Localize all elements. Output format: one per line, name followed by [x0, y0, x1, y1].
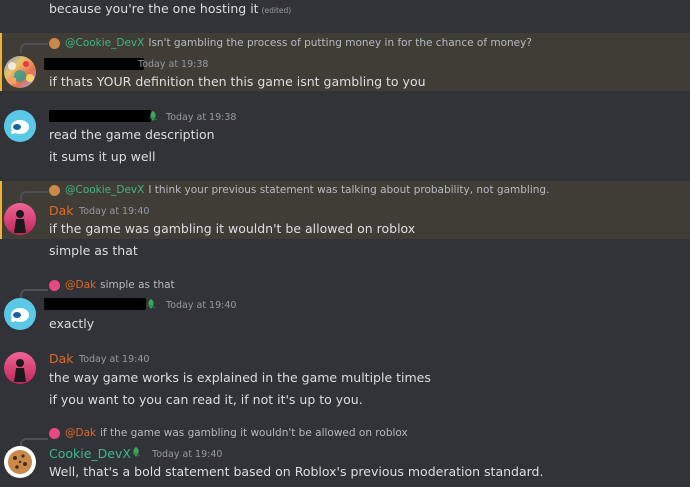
message-text: simple as that — [49, 243, 138, 258]
reply-spine — [20, 43, 48, 53]
message-text: if you want to you can read it, if not i… — [49, 392, 363, 407]
avatar[interactable] — [4, 110, 36, 142]
message-text: it sums it up well — [49, 149, 156, 164]
timestamp: Today at 19:40 — [152, 449, 223, 460]
leaf-badge-icon — [148, 111, 158, 121]
reply-text: if the game was gambling it wouldn't be … — [100, 427, 408, 439]
leaf-badge-icon — [146, 299, 156, 309]
author-name[interactable]: Dak — [49, 203, 74, 218]
reply-mention[interactable]: @Dak — [65, 427, 96, 439]
avatar[interactable] — [4, 203, 36, 235]
leaf-badge-icon — [131, 447, 141, 457]
timestamp: Today at 19:40 — [79, 354, 150, 365]
dak-mini-avatar — [49, 427, 60, 439]
avatar[interactable] — [4, 352, 36, 384]
timestamp: Today at 19:38 — [138, 59, 209, 70]
avatar[interactable] — [4, 298, 36, 330]
author-name[interactable]: Cookie_DevX — [49, 446, 131, 461]
message-text: if thats YOUR definition then this game … — [49, 74, 426, 89]
reply-preview[interactable]: @Dak simple as that — [49, 279, 175, 291]
dak-mini-avatar — [49, 279, 60, 291]
reply-spine — [20, 191, 48, 201]
reply-preview[interactable]: @Cookie_DevX I think your previous state… — [49, 184, 549, 196]
message-text: Well, that's a bold statement based on R… — [49, 464, 544, 479]
avatar[interactable] — [4, 56, 36, 88]
cookie-mini-avatar — [49, 37, 60, 49]
reply-mention[interactable]: @Dak — [65, 279, 96, 291]
message-text: read the game description — [49, 127, 215, 142]
edited-label: (edited) — [261, 6, 292, 15]
reply-text: Isn't gambling the process of putting mo… — [148, 37, 532, 49]
redacted-username — [44, 58, 144, 70]
timestamp: Today at 19:40 — [79, 206, 150, 217]
reply-text: simple as that — [100, 279, 175, 291]
redacted-username — [44, 298, 146, 310]
cookie-mini-avatar — [49, 184, 60, 196]
message-text: exactly — [49, 316, 95, 331]
reply-mention[interactable]: @Cookie_DevX — [65, 37, 144, 49]
timestamp: Today at 19:40 — [166, 300, 237, 311]
message-text: if the game was gambling it wouldn't be … — [49, 221, 416, 236]
reply-preview[interactable]: @Cookie_DevX Isn't gambling the process … — [49, 37, 532, 49]
redacted-username — [49, 110, 151, 122]
cookie-icon — [8, 450, 32, 474]
message-text: the way game works is explained in the g… — [49, 370, 431, 385]
avatar[interactable] — [4, 446, 36, 478]
reply-mention[interactable]: @Cookie_DevX — [65, 184, 144, 196]
author-name[interactable]: Dak — [49, 351, 74, 366]
timestamp: Today at 19:38 — [166, 112, 237, 123]
message-text: because you're the one hosting it (edited… — [49, 1, 292, 16]
reply-text: I think your previous statement was talk… — [148, 184, 550, 196]
reply-preview[interactable]: @Dak if the game was gambling it wouldn'… — [49, 427, 408, 439]
